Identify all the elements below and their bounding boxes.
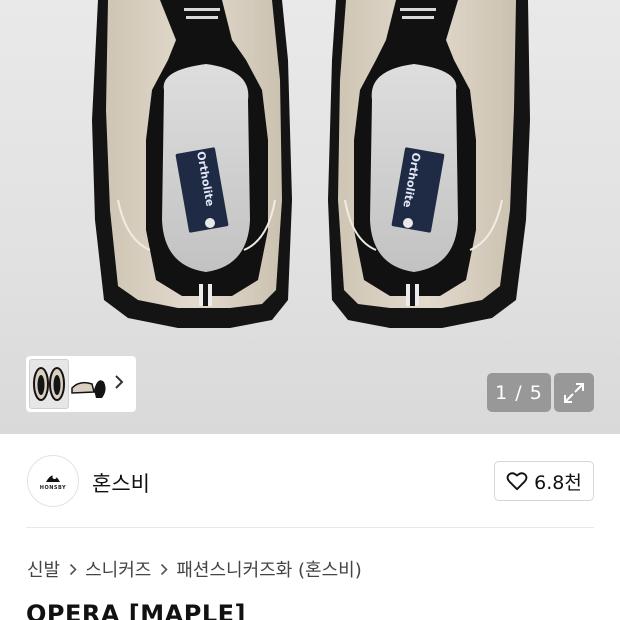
breadcrumb: 신발 스니커즈 패션스니커즈화 (혼스비) bbox=[27, 556, 362, 582]
expand-button[interactable] bbox=[554, 373, 594, 412]
chevron-right-icon bbox=[69, 563, 77, 576]
like-button[interactable]: 6.8천 bbox=[494, 461, 594, 501]
left-shoe: Ortholite bbox=[92, 0, 292, 328]
like-count: 6.8천 bbox=[534, 471, 582, 494]
image-counter: 1 / 5 bbox=[487, 373, 551, 412]
brand-logo-text: HONSBY bbox=[39, 485, 67, 491]
chevron-right-icon bbox=[160, 563, 169, 576]
heart-outline-icon bbox=[506, 472, 528, 491]
thumbnail-1[interactable] bbox=[29, 359, 69, 409]
brand-logo[interactable]: HONSBY bbox=[27, 455, 79, 507]
thumbnail-2[interactable] bbox=[70, 360, 110, 408]
chevron-right-icon[interactable] bbox=[114, 374, 124, 394]
right-shoe: Ortholite bbox=[328, 0, 530, 328]
brand-name-link[interactable]: 혼스비 bbox=[92, 468, 150, 498]
section-divider bbox=[26, 527, 594, 528]
brand-emblem-icon bbox=[46, 475, 60, 482]
thumbnail-strip[interactable] bbox=[26, 356, 136, 412]
brand-row: HONSBY 혼스비 6.8천 bbox=[0, 434, 620, 528]
image-counter-text: 1 / 5 bbox=[495, 381, 543, 404]
product-image-gallery[interactable]: Ortholite Ortholite 1 / 5 bbox=[0, 0, 620, 434]
product-title: OPERA [MAPLE] bbox=[26, 600, 246, 620]
expand-arrows-icon bbox=[564, 382, 584, 403]
breadcrumb-item-shoes[interactable]: 신발 bbox=[27, 556, 60, 582]
breadcrumb-item-sneakers[interactable]: 스니커즈 bbox=[85, 556, 151, 582]
breadcrumb-item-fashion-sneakers[interactable]: 패션스니커즈화 (혼스비) bbox=[176, 556, 361, 582]
